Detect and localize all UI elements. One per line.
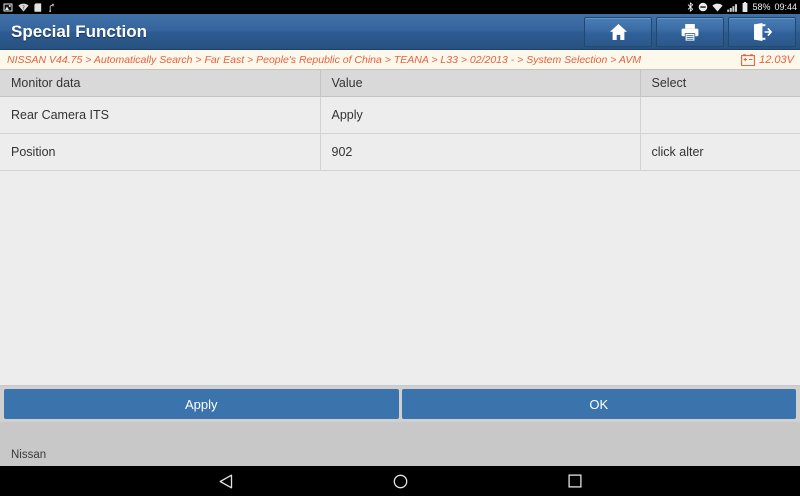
apply-button[interactable]: Apply xyxy=(4,389,399,419)
column-header-select: Select xyxy=(640,70,800,97)
battery-icon xyxy=(743,2,748,12)
screenshot-icon xyxy=(3,3,13,11)
do-not-disturb-icon xyxy=(699,2,708,12)
monitor-data-table: Monitor data Value Select Rear Camera IT… xyxy=(0,70,800,171)
nav-home-button[interactable] xyxy=(393,474,408,489)
wifi-icon xyxy=(712,3,724,12)
wifi-off-icon: ? xyxy=(18,3,29,11)
status-bar-notification-icons: ? xyxy=(3,2,57,12)
vehicle-label: Nissan xyxy=(11,449,47,461)
column-header-monitor-data: Monitor data xyxy=(0,70,321,97)
cell-value: 902 xyxy=(320,133,641,171)
breadcrumb-path: NISSAN V44.75 > Automatically Search > F… xyxy=(7,53,642,66)
usb-icon xyxy=(49,3,54,12)
android-status-bar: ? 58% 09:44 xyxy=(0,0,800,14)
home-circle-icon xyxy=(393,474,407,488)
sdcard-icon xyxy=(34,2,42,12)
battery-percent-label: 58% xyxy=(752,1,771,12)
table-row[interactable]: Rear Camera ITS Apply xyxy=(0,96,800,134)
breadcrumb: NISSAN V44.75 > Automatically Search > F… xyxy=(0,50,800,70)
car-battery-icon xyxy=(741,53,756,66)
nav-recents-button[interactable] xyxy=(567,474,582,488)
voltage-label: 12.03V xyxy=(759,53,794,66)
cell-select[interactable] xyxy=(640,96,800,134)
footer-info-bar: Nissan xyxy=(0,422,800,466)
nav-back-button[interactable] xyxy=(219,474,233,489)
exit-icon xyxy=(754,23,772,41)
app-title-bar: Special Function xyxy=(0,14,800,50)
android-nav-bar xyxy=(0,466,800,496)
table-row[interactable]: Position 902 click alter xyxy=(0,133,800,171)
signal-icon xyxy=(727,3,738,12)
status-bar-system-icons: 58% 09:44 xyxy=(687,2,797,12)
clock-label: 09:44 xyxy=(774,1,797,12)
back-triangle-icon xyxy=(219,474,232,488)
bluetooth-icon xyxy=(688,2,694,12)
exit-button[interactable] xyxy=(728,17,796,47)
action-button-bar: Apply OK xyxy=(0,386,800,422)
cell-value: Apply xyxy=(320,96,641,134)
cell-monitor-data: Position xyxy=(0,133,321,171)
column-header-value: Value xyxy=(320,70,641,97)
voltage-indicator: 12.03V xyxy=(733,54,794,66)
home-button[interactable] xyxy=(584,17,652,47)
print-button[interactable] xyxy=(656,17,724,47)
monitor-data-panel: Monitor data Value Select Rear Camera IT… xyxy=(0,70,800,386)
cell-monitor-data: Rear Camera ITS xyxy=(0,96,321,134)
cell-select[interactable]: click alter xyxy=(640,133,800,171)
diagnostic-app-window: ? 58% 09:44 Special Function NISSAN V44.… xyxy=(0,0,800,500)
svg-text:?: ? xyxy=(22,5,25,11)
recents-square-icon xyxy=(567,474,582,488)
ok-button[interactable]: OK xyxy=(401,389,796,419)
page-title: Special Function xyxy=(11,21,148,41)
table-empty-area xyxy=(0,170,800,385)
printer-icon xyxy=(681,23,699,41)
title-bar-actions xyxy=(584,17,796,47)
table-header-row: Monitor data Value Select xyxy=(0,70,800,97)
home-icon xyxy=(609,23,627,41)
